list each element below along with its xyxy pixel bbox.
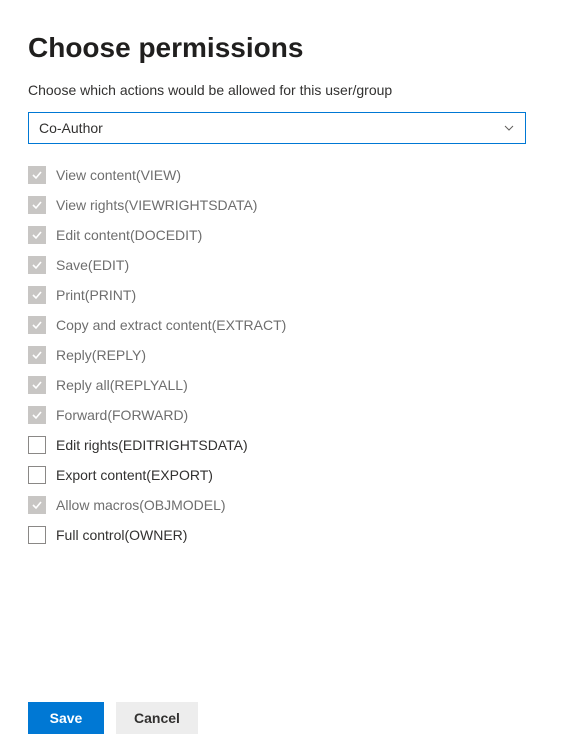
permission-item: Export content(EXPORT) (28, 460, 542, 490)
permission-item: Reply all(REPLYALL) (28, 370, 542, 400)
permission-item: Save(EDIT) (28, 250, 542, 280)
permission-label: Print(PRINT) (56, 287, 136, 303)
permission-label: View content(VIEW) (56, 167, 181, 183)
permission-label: Full control(OWNER) (56, 527, 187, 543)
permission-label: Copy and extract content(EXTRACT) (56, 317, 286, 333)
permission-label: View rights(VIEWRIGHTSDATA) (56, 197, 257, 213)
page-subtitle: Choose which actions would be allowed fo… (28, 82, 542, 98)
permission-item: Allow macros(OBJMODEL) (28, 490, 542, 520)
permission-label: Export content(EXPORT) (56, 467, 213, 483)
permission-checkbox (28, 286, 46, 304)
permission-label: Allow macros(OBJMODEL) (56, 497, 226, 513)
permission-checkbox[interactable] (28, 466, 46, 484)
permission-item: Print(PRINT) (28, 280, 542, 310)
permission-checkbox (28, 256, 46, 274)
permission-label: Save(EDIT) (56, 257, 129, 273)
button-row: Save Cancel (28, 702, 198, 734)
permission-label: Reply all(REPLYALL) (56, 377, 188, 393)
permission-checkbox (28, 346, 46, 364)
permission-label: Forward(FORWARD) (56, 407, 188, 423)
permission-checkbox[interactable] (28, 526, 46, 544)
page-title: Choose permissions (28, 32, 542, 64)
permission-checkbox (28, 226, 46, 244)
permission-item: Edit rights(EDITRIGHTSDATA) (28, 430, 542, 460)
permission-item: View rights(VIEWRIGHTSDATA) (28, 190, 542, 220)
permission-item: Copy and extract content(EXTRACT) (28, 310, 542, 340)
permission-item: Full control(OWNER) (28, 520, 542, 550)
chevron-down-icon (503, 122, 515, 134)
permissions-list: View content(VIEW) View rights(VIEWRIGHTS… (28, 160, 542, 550)
permission-checkbox (28, 316, 46, 334)
cancel-button[interactable]: Cancel (116, 702, 198, 734)
permission-label: Edit content(DOCEDIT) (56, 227, 202, 243)
permission-item: View content(VIEW) (28, 160, 542, 190)
permission-item: Edit content(DOCEDIT) (28, 220, 542, 250)
permission-checkbox (28, 166, 46, 184)
permission-checkbox (28, 376, 46, 394)
permission-item: Reply(REPLY) (28, 340, 542, 370)
permission-preset-dropdown[interactable]: Co-Author (28, 112, 526, 144)
permission-checkbox[interactable] (28, 436, 46, 454)
permission-label: Edit rights(EDITRIGHTSDATA) (56, 437, 248, 453)
permission-label: Reply(REPLY) (56, 347, 146, 363)
dropdown-selected-label: Co-Author (39, 120, 103, 136)
permission-checkbox (28, 196, 46, 214)
permission-checkbox (28, 406, 46, 424)
permission-item: Forward(FORWARD) (28, 400, 542, 430)
save-button[interactable]: Save (28, 702, 104, 734)
permission-checkbox (28, 496, 46, 514)
